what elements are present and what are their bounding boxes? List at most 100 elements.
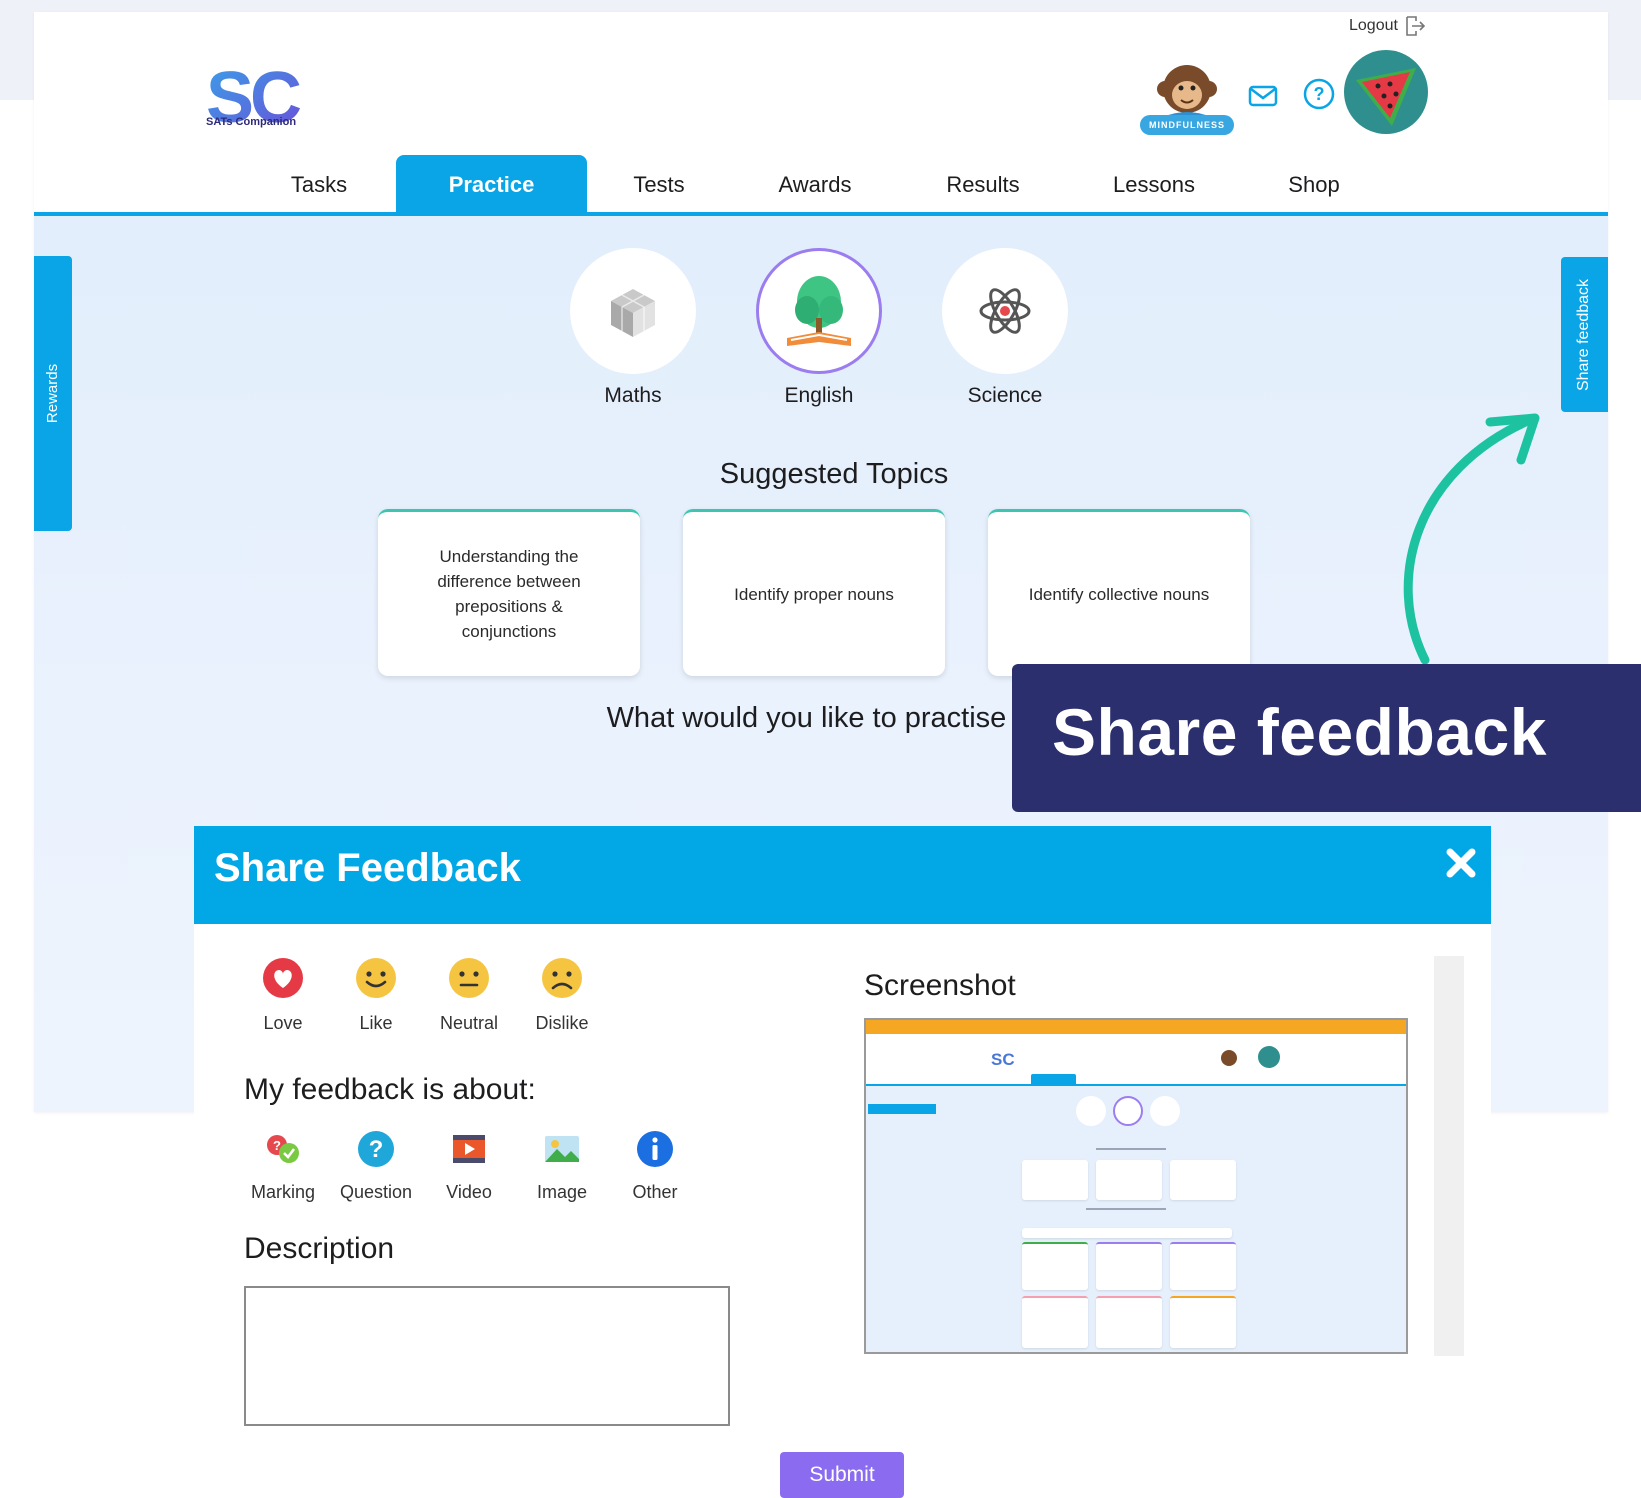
about-label: Video xyxy=(446,1182,492,1202)
reaction-label: Neutral xyxy=(439,1013,499,1033)
logo-caption: SATs Companion xyxy=(206,116,297,128)
mini-option-card xyxy=(1096,1242,1162,1290)
topic-card[interactable]: Identify collective nouns xyxy=(988,509,1250,676)
mini-side-tab xyxy=(868,1104,936,1114)
profile-avatar[interactable] xyxy=(1344,50,1428,134)
logout-label: Logout xyxy=(1349,17,1398,34)
subject-circle xyxy=(942,248,1068,374)
callout-text: Share feedback xyxy=(1052,695,1547,769)
description-field[interactable] xyxy=(244,1286,730,1426)
topic-card[interactable]: Identify proper nouns xyxy=(683,509,945,676)
mini-subject xyxy=(1113,1096,1143,1126)
mini-option-card xyxy=(1170,1296,1236,1348)
mini-option-card xyxy=(1096,1296,1162,1348)
subject-science[interactable]: Science xyxy=(940,248,1070,408)
modal-header: Share Feedback xyxy=(194,826,1491,924)
about-question[interactable]: ? Question xyxy=(330,1129,422,1203)
svg-text:?: ? xyxy=(369,1136,384,1163)
watermelon-icon xyxy=(1356,68,1416,126)
mini-heading xyxy=(1096,1148,1166,1150)
tab-awards[interactable]: Awards xyxy=(760,167,870,203)
mini-subject xyxy=(1076,1096,1106,1126)
about-video[interactable]: Video xyxy=(423,1129,515,1203)
marking-icon: ? xyxy=(267,1135,299,1163)
mini-option-card xyxy=(1170,1242,1236,1290)
share-feedback-tab-label: Share feedback xyxy=(1575,278,1593,391)
feedback-about-title: My feedback is about: xyxy=(244,1073,536,1106)
suggested-topics-title: Suggested Topics xyxy=(719,458,949,490)
sad-face-icon xyxy=(542,958,582,998)
reaction-label: Love xyxy=(263,1013,303,1033)
about-label: Other xyxy=(632,1182,678,1202)
mini-option-card xyxy=(1022,1296,1088,1348)
mini-avatar-icon xyxy=(1221,1050,1237,1066)
nav-underline xyxy=(34,212,1608,216)
mindfulness-badge: MINDFULNESS xyxy=(1140,115,1234,135)
about-marking[interactable]: ? Marking xyxy=(237,1129,329,1203)
image-icon xyxy=(545,1136,579,1162)
description-title: Description xyxy=(244,1232,395,1265)
subject-english[interactable]: English xyxy=(754,248,884,408)
screenshot-scrollbar[interactable] xyxy=(1434,956,1464,1356)
mini-topic-card xyxy=(1022,1160,1088,1200)
rewards-side-tab[interactable]: Rewards xyxy=(34,256,72,531)
mini-header: SC xyxy=(866,1034,1406,1084)
about-other[interactable]: Other xyxy=(609,1129,701,1203)
mini-subject xyxy=(1150,1096,1180,1126)
atom-icon xyxy=(979,288,1031,334)
mini-logo-icon: SC xyxy=(991,1050,1015,1069)
close-icon[interactable] xyxy=(1444,846,1478,880)
tab-tests[interactable]: Tests xyxy=(614,167,704,203)
subject-circle xyxy=(570,248,696,374)
share-feedback-callout: Share feedback xyxy=(1012,664,1641,812)
subject-label: Science xyxy=(967,384,1043,407)
subject-label: Maths xyxy=(604,384,662,407)
curved-arrow-icon xyxy=(1403,413,1540,665)
mini-search xyxy=(1022,1228,1232,1238)
mail-icon[interactable] xyxy=(1247,80,1279,112)
info-icon xyxy=(637,1131,673,1167)
reaction-like[interactable]: Like xyxy=(336,956,416,1034)
tree-book-icon xyxy=(787,276,851,346)
mini-option-card xyxy=(1022,1242,1088,1290)
subject-maths[interactable]: Maths xyxy=(568,248,698,408)
mini-nav-line xyxy=(866,1084,1406,1086)
help-icon[interactable]: ? xyxy=(1302,77,1336,111)
subject-circle-selected xyxy=(756,248,882,374)
screenshot-preview: SC xyxy=(864,1018,1408,1354)
video-icon xyxy=(453,1135,485,1163)
about-label: Question xyxy=(339,1182,413,1202)
reaction-dislike[interactable]: Dislike xyxy=(522,956,602,1034)
tab-results[interactable]: Results xyxy=(928,167,1038,203)
neutral-face-icon xyxy=(449,958,489,998)
tab-practice[interactable]: Practice xyxy=(396,155,587,215)
reaction-label: Like xyxy=(359,1013,393,1033)
logout-link[interactable]: Logout xyxy=(1349,15,1426,37)
rewards-label: Rewards xyxy=(44,363,62,424)
mini-topic-card xyxy=(1170,1160,1236,1200)
mini-question xyxy=(1086,1208,1166,1210)
topic-card[interactable]: Understanding the difference between pre… xyxy=(378,509,640,676)
sats-companion-logo[interactable]: SC xyxy=(206,54,316,144)
mini-banner xyxy=(866,1020,1406,1034)
tab-tasks[interactable]: Tasks xyxy=(274,167,364,203)
subject-label: English xyxy=(784,384,854,407)
about-image[interactable]: Image xyxy=(516,1129,608,1203)
tab-shop[interactable]: Shop xyxy=(1269,167,1359,203)
tab-lessons[interactable]: Lessons xyxy=(1094,167,1214,203)
mini-watermelon-icon xyxy=(1258,1046,1280,1068)
submit-button[interactable]: Submit xyxy=(780,1452,904,1498)
mini-topic-card xyxy=(1096,1160,1162,1200)
logout-icon xyxy=(1406,16,1426,36)
share-feedback-side-tab[interactable]: Share feedback xyxy=(1561,257,1608,412)
reaction-love[interactable]: Love xyxy=(243,956,323,1034)
reaction-neutral[interactable]: Neutral xyxy=(429,956,509,1034)
svg-text:?: ? xyxy=(1314,84,1325,104)
smile-icon xyxy=(356,958,396,998)
cube-icon xyxy=(611,289,655,337)
about-label: Image xyxy=(536,1182,588,1202)
reaction-label: Dislike xyxy=(535,1013,589,1033)
about-label: Marking xyxy=(250,1182,316,1202)
modal-title: Share Feedback xyxy=(214,846,521,890)
heart-icon xyxy=(263,958,303,998)
